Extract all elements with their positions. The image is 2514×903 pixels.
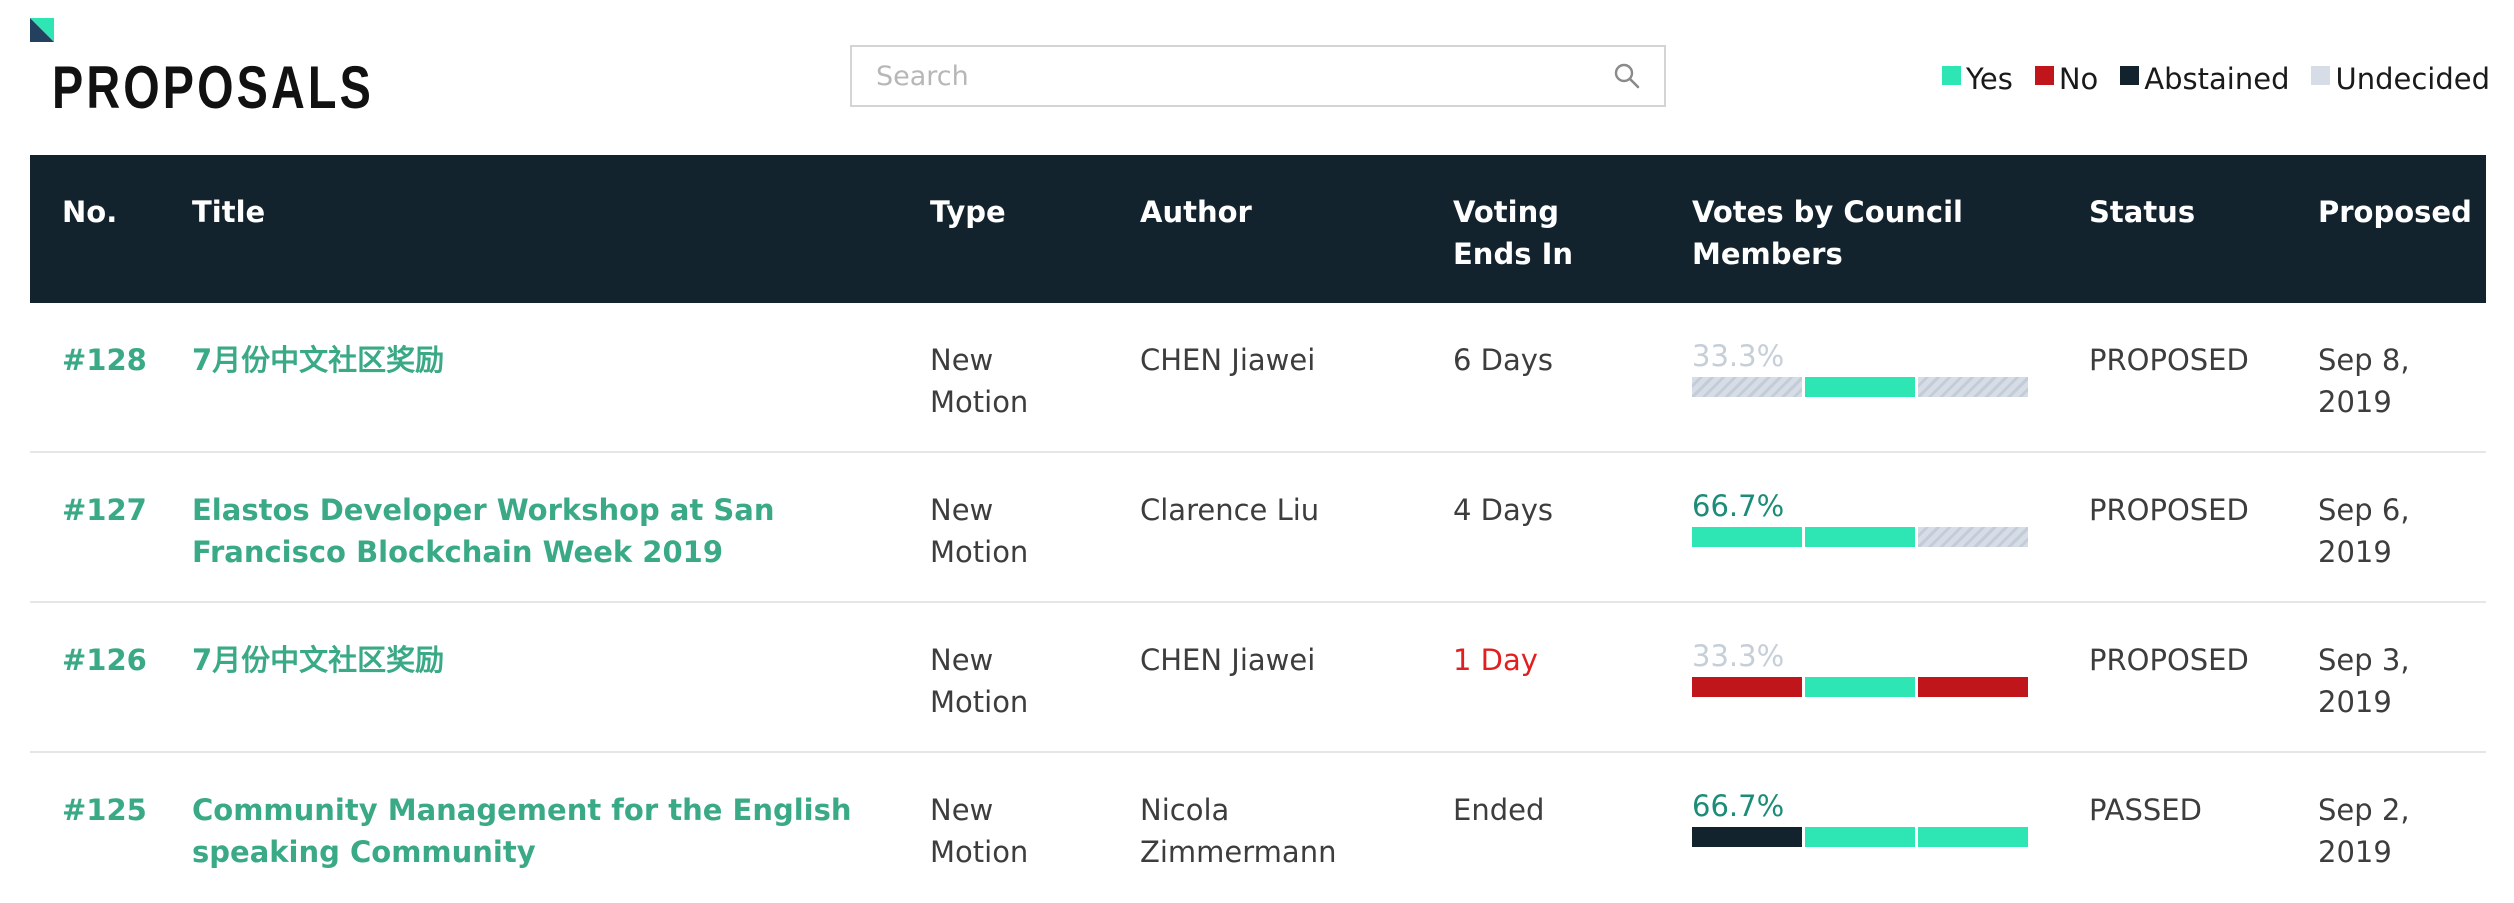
table-row[interactable]: #125 Community Management for the Englis… [30,753,2486,903]
vote-legend: Yes No Abstained Undecided [1920,62,2490,96]
legend-label-abstained: Abstained [2144,62,2290,96]
table-row[interactable]: #126 7月份中文社区奖励 New Motion CHEN Jiawei 1 … [30,603,2486,753]
proposal-number[interactable]: #126 [62,639,147,681]
column-header-voting-ends[interactable]: Voting Ends In [1453,191,1643,275]
proposal-title-link[interactable]: 7月份中文社区奖励 [192,639,912,681]
legend-label-yes: Yes [1966,62,2013,96]
proposal-type: New Motion [930,343,1029,419]
legend-label-undecided: Undecided [2335,62,2490,96]
vote-segment-no [1692,677,1802,697]
proposal-type: New Motion [930,793,1029,869]
proposal-status: PROPOSED [2089,643,2249,677]
legend-item-no: No [2034,62,2099,96]
vote-percentage: 33.3% [1692,339,1785,373]
proposal-author: Nicola Zimmermann [1140,793,1337,869]
proposal-author: CHEN Jiawei [1140,643,1316,677]
proposed-date: Sep 6, 2019 [2318,493,2410,569]
votes-summary: 33.3% [1692,339,2028,397]
vote-bar [1692,527,2028,547]
vote-segment-yes [1805,527,1915,547]
proposal-status: PROPOSED [2089,493,2249,527]
vote-percentage: 66.7% [1692,489,1785,523]
proposal-author: Clarence Liu [1140,493,1320,527]
proposal-number[interactable]: #128 [62,339,147,381]
search-input[interactable] [874,47,1598,105]
legend-swatch-yes [1942,65,1962,85]
vote-segment-yes [1805,377,1915,397]
proposal-type: New Motion [930,643,1029,719]
vote-segment-yes [1805,827,1915,847]
vote-percentage: 66.7% [1692,789,1785,823]
vote-segment-undecided [1918,527,2028,547]
vote-bar [1692,677,2028,697]
legend-swatch-no [2034,65,2054,85]
votes-summary: 66.7% [1692,789,2028,847]
votes-summary: 66.7% [1692,489,2028,547]
column-header-no[interactable]: No. [62,191,117,233]
proposal-author: CHEN Jiawei [1140,343,1316,377]
vote-bar [1692,827,2028,847]
proposal-status: PROPOSED [2089,343,2249,377]
vote-segment-undecided [1918,377,2028,397]
proposed-date: Sep 8, 2019 [2318,343,2410,419]
legend-swatch-undecided [2311,65,2331,85]
table-row[interactable]: #128 7月份中文社区奖励 New Motion CHEN Jiawei 6 … [30,303,2486,453]
vote-percentage: 33.3% [1692,639,1785,673]
vote-segment-yes [1805,677,1915,697]
table-row[interactable]: #127 Elastos Developer Workshop at San F… [30,453,2486,603]
legend-label-no: No [2058,62,2099,96]
voting-ends: 4 Days [1453,493,1554,527]
legend-swatch-abstained [2120,65,2140,85]
page-title: PROPOSALS [52,54,374,121]
column-header-author[interactable]: Author [1140,191,1400,233]
proposal-status: PASSED [2089,793,2202,827]
column-header-votes[interactable]: Votes by Council Members [1692,191,1992,275]
proposal-title-link[interactable]: 7月份中文社区奖励 [192,339,912,381]
voting-ends: Ended [1453,793,1545,827]
proposal-number[interactable]: #127 [62,489,147,531]
legend-item-yes: Yes [1942,62,2013,96]
proposal-title-link[interactable]: Community Management for the English spe… [192,789,912,873]
proposal-type: New Motion [930,493,1029,569]
proposed-date: Sep 2, 2019 [2318,793,2410,869]
vote-segment-undecided [1692,377,1802,397]
logo-icon [30,18,54,42]
proposed-date: Sep 3, 2019 [2318,643,2410,719]
proposal-title-link[interactable]: Elastos Developer Workshop at San Franci… [192,489,912,573]
proposal-number[interactable]: #125 [62,789,147,831]
search-box[interactable] [850,45,1666,107]
vote-segment-yes [1918,827,2028,847]
votes-summary: 33.3% [1692,639,2028,697]
column-header-proposed[interactable]: Proposed [2318,191,2488,233]
column-header-title[interactable]: Title [192,191,265,233]
search-icon[interactable] [1612,61,1642,91]
vote-bar [1692,377,2028,397]
legend-item-undecided: Undecided [2311,62,2490,96]
column-header-type[interactable]: Type [930,191,1100,233]
legend-item-abstained: Abstained [2120,62,2289,96]
vote-segment-no [1918,677,2028,697]
table-header: No. Title Type Author Voting Ends In Vot… [30,155,2486,303]
vote-segment-yes [1692,527,1802,547]
vote-segment-abstained [1692,827,1802,847]
voting-ends: 1 Day [1453,643,1538,677]
column-header-status[interactable]: Status [2089,191,2195,233]
voting-ends: 6 Days [1453,343,1554,377]
